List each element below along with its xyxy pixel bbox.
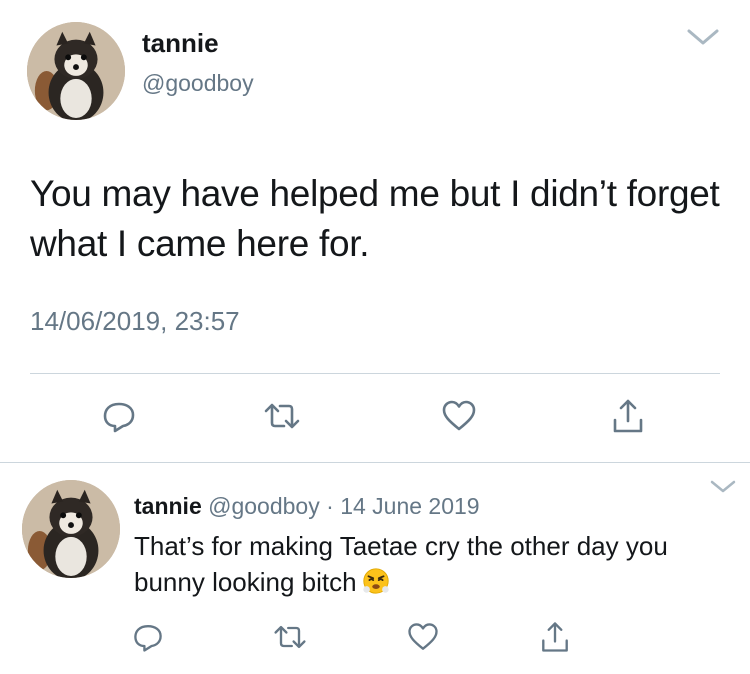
reply-icon [134, 625, 162, 652]
reply-button[interactable] [99, 396, 139, 436]
user-handle[interactable]: @goodboy [142, 70, 254, 97]
share-button[interactable] [608, 396, 648, 436]
tweet-text: That’s for making Taetae cry the other d… [134, 528, 734, 600]
heart-icon [442, 400, 476, 431]
like-button[interactable] [439, 396, 479, 436]
retweet-button[interactable] [272, 619, 308, 655]
divider [30, 373, 720, 374]
divider [0, 462, 750, 463]
share-icon [613, 399, 643, 433]
tweet-timestamp[interactable]: 14/06/2019, 23:57 [30, 306, 240, 337]
tweet-header: tannie @goodboy · 14 June 2019 [134, 493, 480, 520]
retweet-icon [264, 403, 300, 429]
display-name[interactable]: tannie [142, 28, 219, 59]
retweet-icon [274, 625, 306, 649]
share-button[interactable] [537, 619, 573, 655]
angry-steam-emoji-icon [361, 566, 391, 596]
chevron-down-icon[interactable] [686, 26, 720, 48]
tweet-text: You may have helped me but I didn’t forg… [30, 173, 720, 264]
separator: · [326, 493, 334, 519]
retweet-button[interactable] [262, 396, 302, 436]
tweet-date[interactable]: 14 June 2019 [340, 493, 479, 519]
chevron-down-icon[interactable] [709, 478, 737, 496]
avatar[interactable] [22, 480, 120, 578]
like-button[interactable] [405, 619, 441, 655]
share-icon [542, 622, 568, 652]
dog-avatar-image [27, 22, 125, 120]
user-handle[interactable]: @goodboy [208, 493, 320, 519]
reply-icon [103, 402, 135, 433]
display-name[interactable]: tannie [134, 493, 202, 519]
reply-button[interactable] [130, 619, 166, 655]
avatar[interactable] [27, 22, 125, 120]
tweet-text-content: That’s for making Taetae cry the other d… [134, 531, 668, 597]
heart-icon [408, 623, 438, 650]
dog-avatar-image [22, 480, 120, 578]
